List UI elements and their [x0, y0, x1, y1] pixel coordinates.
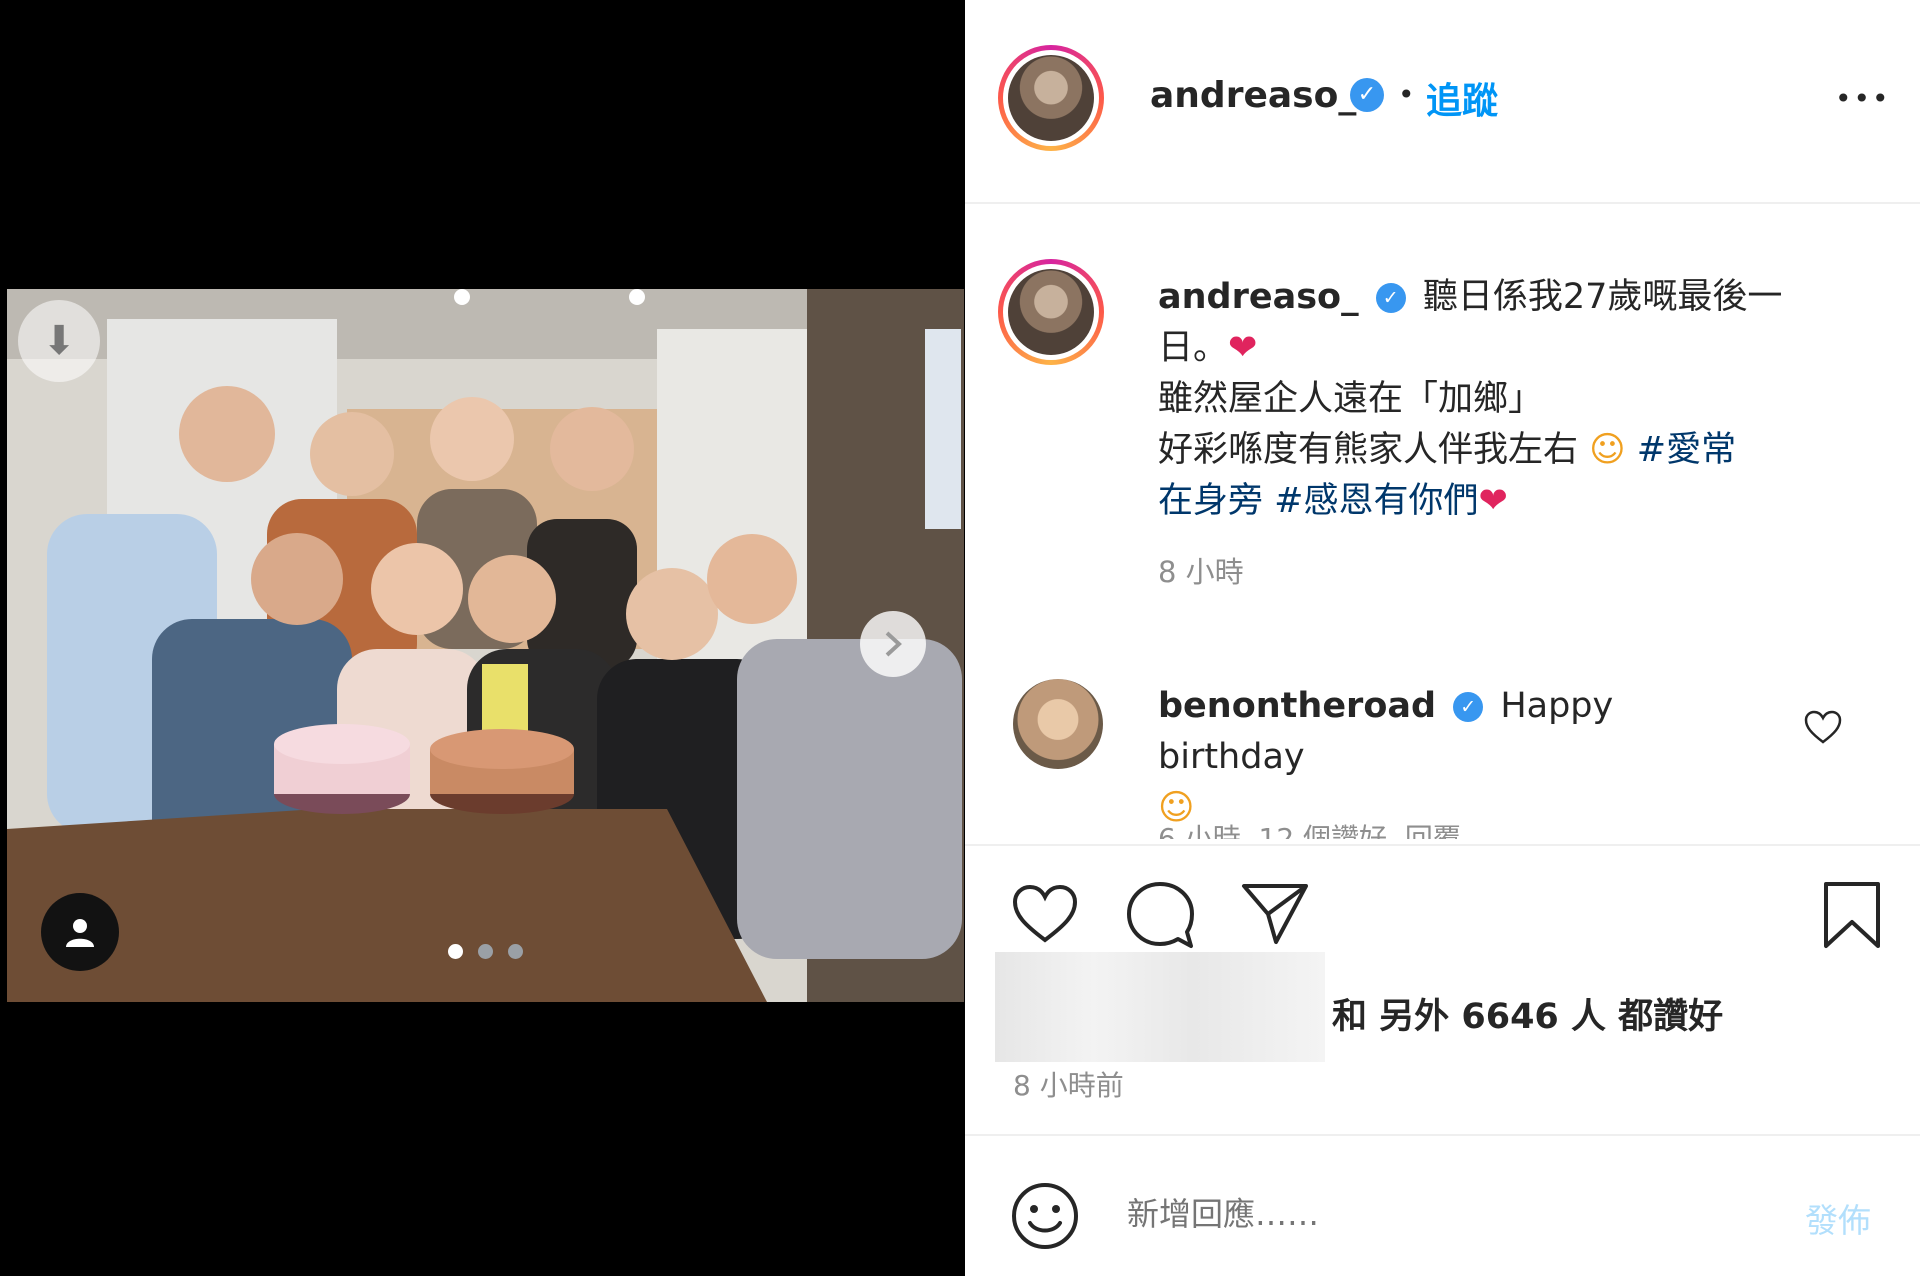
- carousel-dot-active: [448, 944, 463, 959]
- liker-avatars-blurred[interactable]: [995, 952, 1325, 1062]
- comment-input[interactable]: [1125, 1188, 1769, 1240]
- hashtag-link[interactable]: #愛常: [1637, 430, 1736, 470]
- like-heart-icon[interactable]: [1010, 883, 1080, 945]
- carousel-dot: [478, 944, 493, 959]
- more-options-icon[interactable]: •••: [1835, 82, 1891, 115]
- commenter-username[interactable]: benontheroad: [1158, 686, 1436, 726]
- action-bar: [965, 846, 1920, 956]
- follow-button[interactable]: 追蹤: [1426, 72, 1498, 124]
- post-side-panel: andreaso_ ✓ • 追蹤 ••• andreaso_ ✓ 聽日係我27歲…: [965, 0, 1920, 1276]
- post-media-area: ⬇: [0, 0, 965, 1276]
- caption-line: 雖然屋企人遠在「加鄉」: [1158, 379, 1544, 419]
- caption-line: 日。: [1158, 328, 1229, 368]
- comment-bubble-icon[interactable]: [1125, 880, 1195, 950]
- verified-badge-icon: ✓: [1350, 78, 1384, 112]
- chevron-right-icon: [885, 631, 902, 657]
- author-avatar[interactable]: [998, 45, 1104, 151]
- post-comment-button[interactable]: 發佈: [1805, 1194, 1871, 1242]
- download-button[interactable]: ⬇: [18, 300, 100, 382]
- emoji-smiley-icon[interactable]: [1010, 1181, 1080, 1251]
- user-icon: [66, 919, 94, 947]
- caption-line: 聽日係我27歲嘅最後一: [1422, 277, 1783, 317]
- commenter-avatar[interactable]: [1013, 679, 1103, 769]
- comment-item: benontheroad ✓ Happy birthday ☺ 6 小時 12 …: [965, 659, 1920, 839]
- arrow-down-icon: ⬇: [42, 318, 76, 364]
- post-timestamp[interactable]: 8 小時前: [1013, 1064, 1124, 1104]
- hashtag-link[interactable]: 在身旁: [1158, 481, 1263, 521]
- post-header: andreaso_ ✓ • 追蹤 •••: [965, 0, 1920, 202]
- carousel-next-button[interactable]: [860, 611, 926, 677]
- comment-like-heart-icon[interactable]: [1803, 709, 1843, 745]
- carousel-dot: [508, 944, 523, 959]
- caption-text: andreaso_ ✓ 聽日係我27歲嘅最後一 日。❤ 雖然屋企人遠在「加鄉」 …: [1158, 272, 1838, 598]
- share-paper-plane-icon[interactable]: [1240, 880, 1310, 946]
- carousel-indicator: [448, 944, 528, 960]
- author-username[interactable]: andreaso_: [1150, 75, 1356, 116]
- caption-line: 好彩喺度有熊家人伴我左右: [1158, 430, 1579, 470]
- caption-username[interactable]: andreaso_: [1158, 277, 1359, 317]
- caption-time[interactable]: 8 小時: [1158, 547, 1838, 598]
- likes-section: 和 另外 6646 人 都讚好 8 小時前: [965, 952, 1920, 1102]
- tagged-users-button[interactable]: [41, 893, 119, 971]
- comment-composer: 發佈: [965, 1136, 1920, 1276]
- heart-emoji-icon: ❤: [1228, 328, 1258, 368]
- comment-text: benontheroad ✓ Happy birthday ☺: [1158, 681, 1718, 834]
- follow-separator: •: [1398, 78, 1415, 111]
- smiling-hearts-emoji-icon: ☺: [1589, 430, 1626, 470]
- verified-badge-icon: ✓: [1375, 283, 1406, 313]
- post-photo[interactable]: ⬇: [7, 289, 964, 1002]
- caption-author-avatar[interactable]: [998, 259, 1104, 365]
- bookmark-icon[interactable]: [1822, 880, 1882, 950]
- caption-block: andreaso_ ✓ 聽日係我27歲嘅最後一 日。❤ 雖然屋企人遠在「加鄉」 …: [965, 204, 1920, 844]
- likes-count-text[interactable]: 和 另外 6646 人 都讚好: [1332, 988, 1723, 1039]
- verified-badge-icon: ✓: [1453, 692, 1484, 722]
- comment-meta: 6 小時 12 個讚好 回覆: [1158, 822, 1461, 839]
- heart-emoji-icon: ❤: [1478, 481, 1508, 521]
- hashtag-link[interactable]: #感恩有你們: [1274, 481, 1478, 521]
